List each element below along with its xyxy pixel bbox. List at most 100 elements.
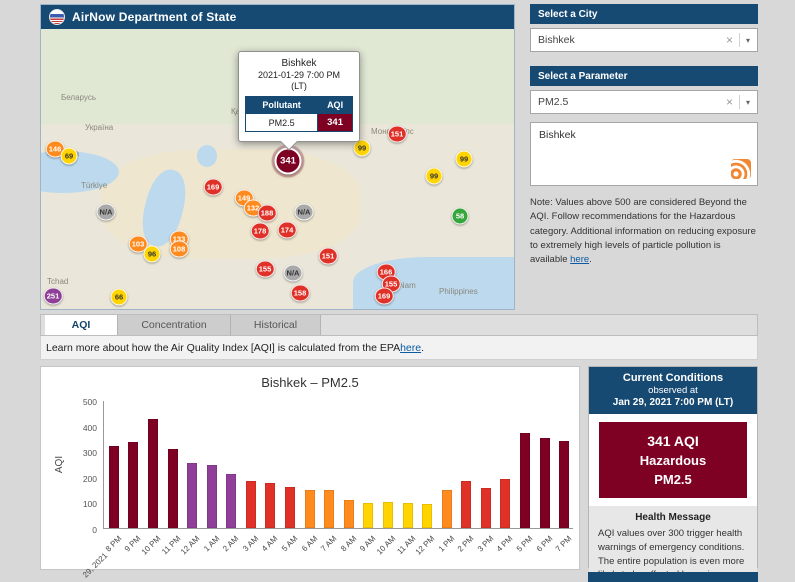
x-axis-label: 3 AM	[241, 534, 260, 553]
health-message-section: Health Message AQI values over 300 trigg…	[589, 506, 757, 582]
chart-bar[interactable]	[363, 503, 373, 528]
aqi-marker[interactable]: 99	[426, 168, 443, 185]
chart-bar[interactable]	[246, 481, 256, 528]
popup-col-aqi: AQI	[318, 97, 353, 114]
rss-icon[interactable]	[731, 159, 751, 179]
aqi-marker[interactable]: 151	[388, 126, 407, 143]
aqi-marker[interactable]: 158	[291, 285, 310, 302]
aqi-marker[interactable]: N/A	[97, 204, 116, 221]
aqi-marker[interactable]: 96	[144, 246, 161, 263]
aqi-marker[interactable]: 169	[375, 288, 394, 305]
map-popup: Bishkek 2021-01-29 7:00 PM (LT) Pollutan…	[238, 51, 360, 142]
conditions-observed: observed at	[593, 385, 753, 396]
x-axis-label: 5 AM	[280, 534, 299, 553]
chart-title: Bishkek – PM2.5	[41, 375, 579, 390]
chart-bar[interactable]	[520, 433, 530, 528]
aqi-marker[interactable]: 151	[319, 248, 338, 265]
aqi-marker[interactable]: 58	[452, 208, 469, 225]
aqi-marker[interactable]: 251	[44, 288, 63, 305]
tab-concentration[interactable]: Concentration	[118, 315, 231, 335]
chart-bar[interactable]	[442, 490, 452, 528]
aqi-marker[interactable]: 341	[275, 148, 302, 175]
y-axis-label: 400	[71, 423, 97, 433]
chart-bar[interactable]	[207, 465, 217, 528]
chevron-down-icon[interactable]: ▾	[746, 36, 750, 45]
chart-bar[interactable]	[422, 504, 432, 528]
x-axis-date-label: 29, 2021	[81, 551, 109, 579]
y-axis-label: 0	[71, 525, 97, 535]
tab-aqi[interactable]: AQI	[45, 315, 118, 335]
chart-bar[interactable]	[540, 438, 550, 528]
chart-bar[interactable]	[481, 488, 491, 528]
learn-more-here-link[interactable]: here	[400, 342, 421, 354]
chart-bar[interactable]	[285, 487, 295, 528]
aqi-marker[interactable]: 169	[204, 179, 223, 196]
x-axis-label: 2 PM	[456, 534, 476, 554]
x-axis-label: 8 AM	[339, 534, 358, 553]
app-title: AirNow Department of State	[72, 10, 237, 24]
chart-bar[interactable]	[148, 419, 158, 528]
city-select-value: Bishkek	[538, 34, 726, 46]
tab-historical[interactable]: Historical	[231, 315, 321, 335]
aqi-value: 341 AQI	[603, 433, 743, 449]
aqi-marker[interactable]: 178	[251, 223, 270, 240]
chart-bar[interactable]	[383, 502, 393, 528]
note-here-link[interactable]: here	[570, 254, 589, 265]
chart-bar[interactable]	[324, 490, 334, 528]
aqi-marker[interactable]: 155	[256, 261, 275, 278]
x-axis-label: 10 AM	[375, 534, 397, 556]
parameter-select-value: PM2.5	[538, 96, 726, 108]
chevron-down-icon[interactable]: ▾	[746, 98, 750, 107]
y-axis-title: AQI	[54, 456, 65, 473]
y-axis-label: 300	[71, 448, 97, 458]
aqi-marker[interactable]: N/A	[284, 265, 303, 282]
aqi-marker[interactable]: 108	[170, 241, 189, 258]
learn-more-suffix: .	[421, 342, 424, 354]
x-axis-label: 1 PM	[437, 534, 457, 554]
tab-strip: AQI Concentration Historical	[40, 314, 758, 336]
chart-bar[interactable]	[265, 483, 275, 528]
aqi-marker[interactable]: 188	[258, 205, 277, 222]
chart-bar[interactable]	[109, 446, 119, 528]
aqi-marker[interactable]: 99	[354, 140, 371, 157]
chart-bar[interactable]	[344, 500, 354, 528]
chart-bar[interactable]	[559, 441, 569, 528]
aqi-marker[interactable]: 99	[456, 151, 473, 168]
city-select[interactable]: Bishkek × ▾	[530, 28, 758, 52]
chart-bar[interactable]	[500, 479, 510, 528]
aqi-marker[interactable]: N/A	[295, 204, 314, 221]
note-text: Note: Values above 500 are considered Be…	[530, 197, 756, 265]
chart-bar[interactable]	[187, 463, 197, 528]
map-country-label: Беларусь	[61, 93, 96, 102]
parameter-select[interactable]: PM2.5 × ▾	[530, 90, 758, 114]
us-seal-icon	[49, 9, 65, 25]
x-axis-label: 1 AM	[202, 534, 221, 553]
map-country-label: Україна	[85, 123, 113, 132]
aqi-marker[interactable]: 69	[61, 148, 78, 165]
x-axis-label: 3 PM	[476, 534, 496, 554]
note-suffix: .	[589, 254, 592, 265]
x-axis-label: 12 AM	[179, 534, 201, 556]
x-axis-label: 12 PM	[414, 534, 437, 557]
map-country-label: Philippines	[439, 287, 478, 296]
map-header: AirNow Department of State	[41, 5, 514, 29]
x-axis-label: 11 AM	[395, 534, 417, 556]
chart-card: Bishkek – PM2.5 AQI 8 PM9 PM10 PM11 PM12…	[40, 366, 580, 570]
aqi-marker[interactable]: 66	[111, 289, 128, 306]
chart-bar[interactable]	[226, 474, 236, 528]
chart-bar[interactable]	[403, 503, 413, 528]
chart-bar[interactable]	[461, 481, 471, 528]
chart-bar[interactable]	[305, 490, 315, 528]
x-axis-label: 5 PM	[515, 534, 535, 554]
chart-bar[interactable]	[128, 442, 138, 528]
aqi-pollutant: PM2.5	[603, 472, 743, 487]
popup-city: Bishkek	[239, 58, 359, 69]
map-body[interactable]: Bishkek 2021-01-29 7:00 PM (LT) Pollutan…	[41, 29, 514, 309]
y-axis-label: 500	[71, 397, 97, 407]
aqi-marker[interactable]: 174	[278, 222, 297, 239]
chart-bar[interactable]	[168, 449, 178, 528]
x-axis-label: 6 PM	[534, 534, 554, 554]
clear-icon[interactable]: ×	[726, 33, 733, 47]
clear-icon[interactable]: ×	[726, 95, 733, 109]
aqi-value-box: 341 AQI Hazardous PM2.5	[599, 422, 747, 498]
